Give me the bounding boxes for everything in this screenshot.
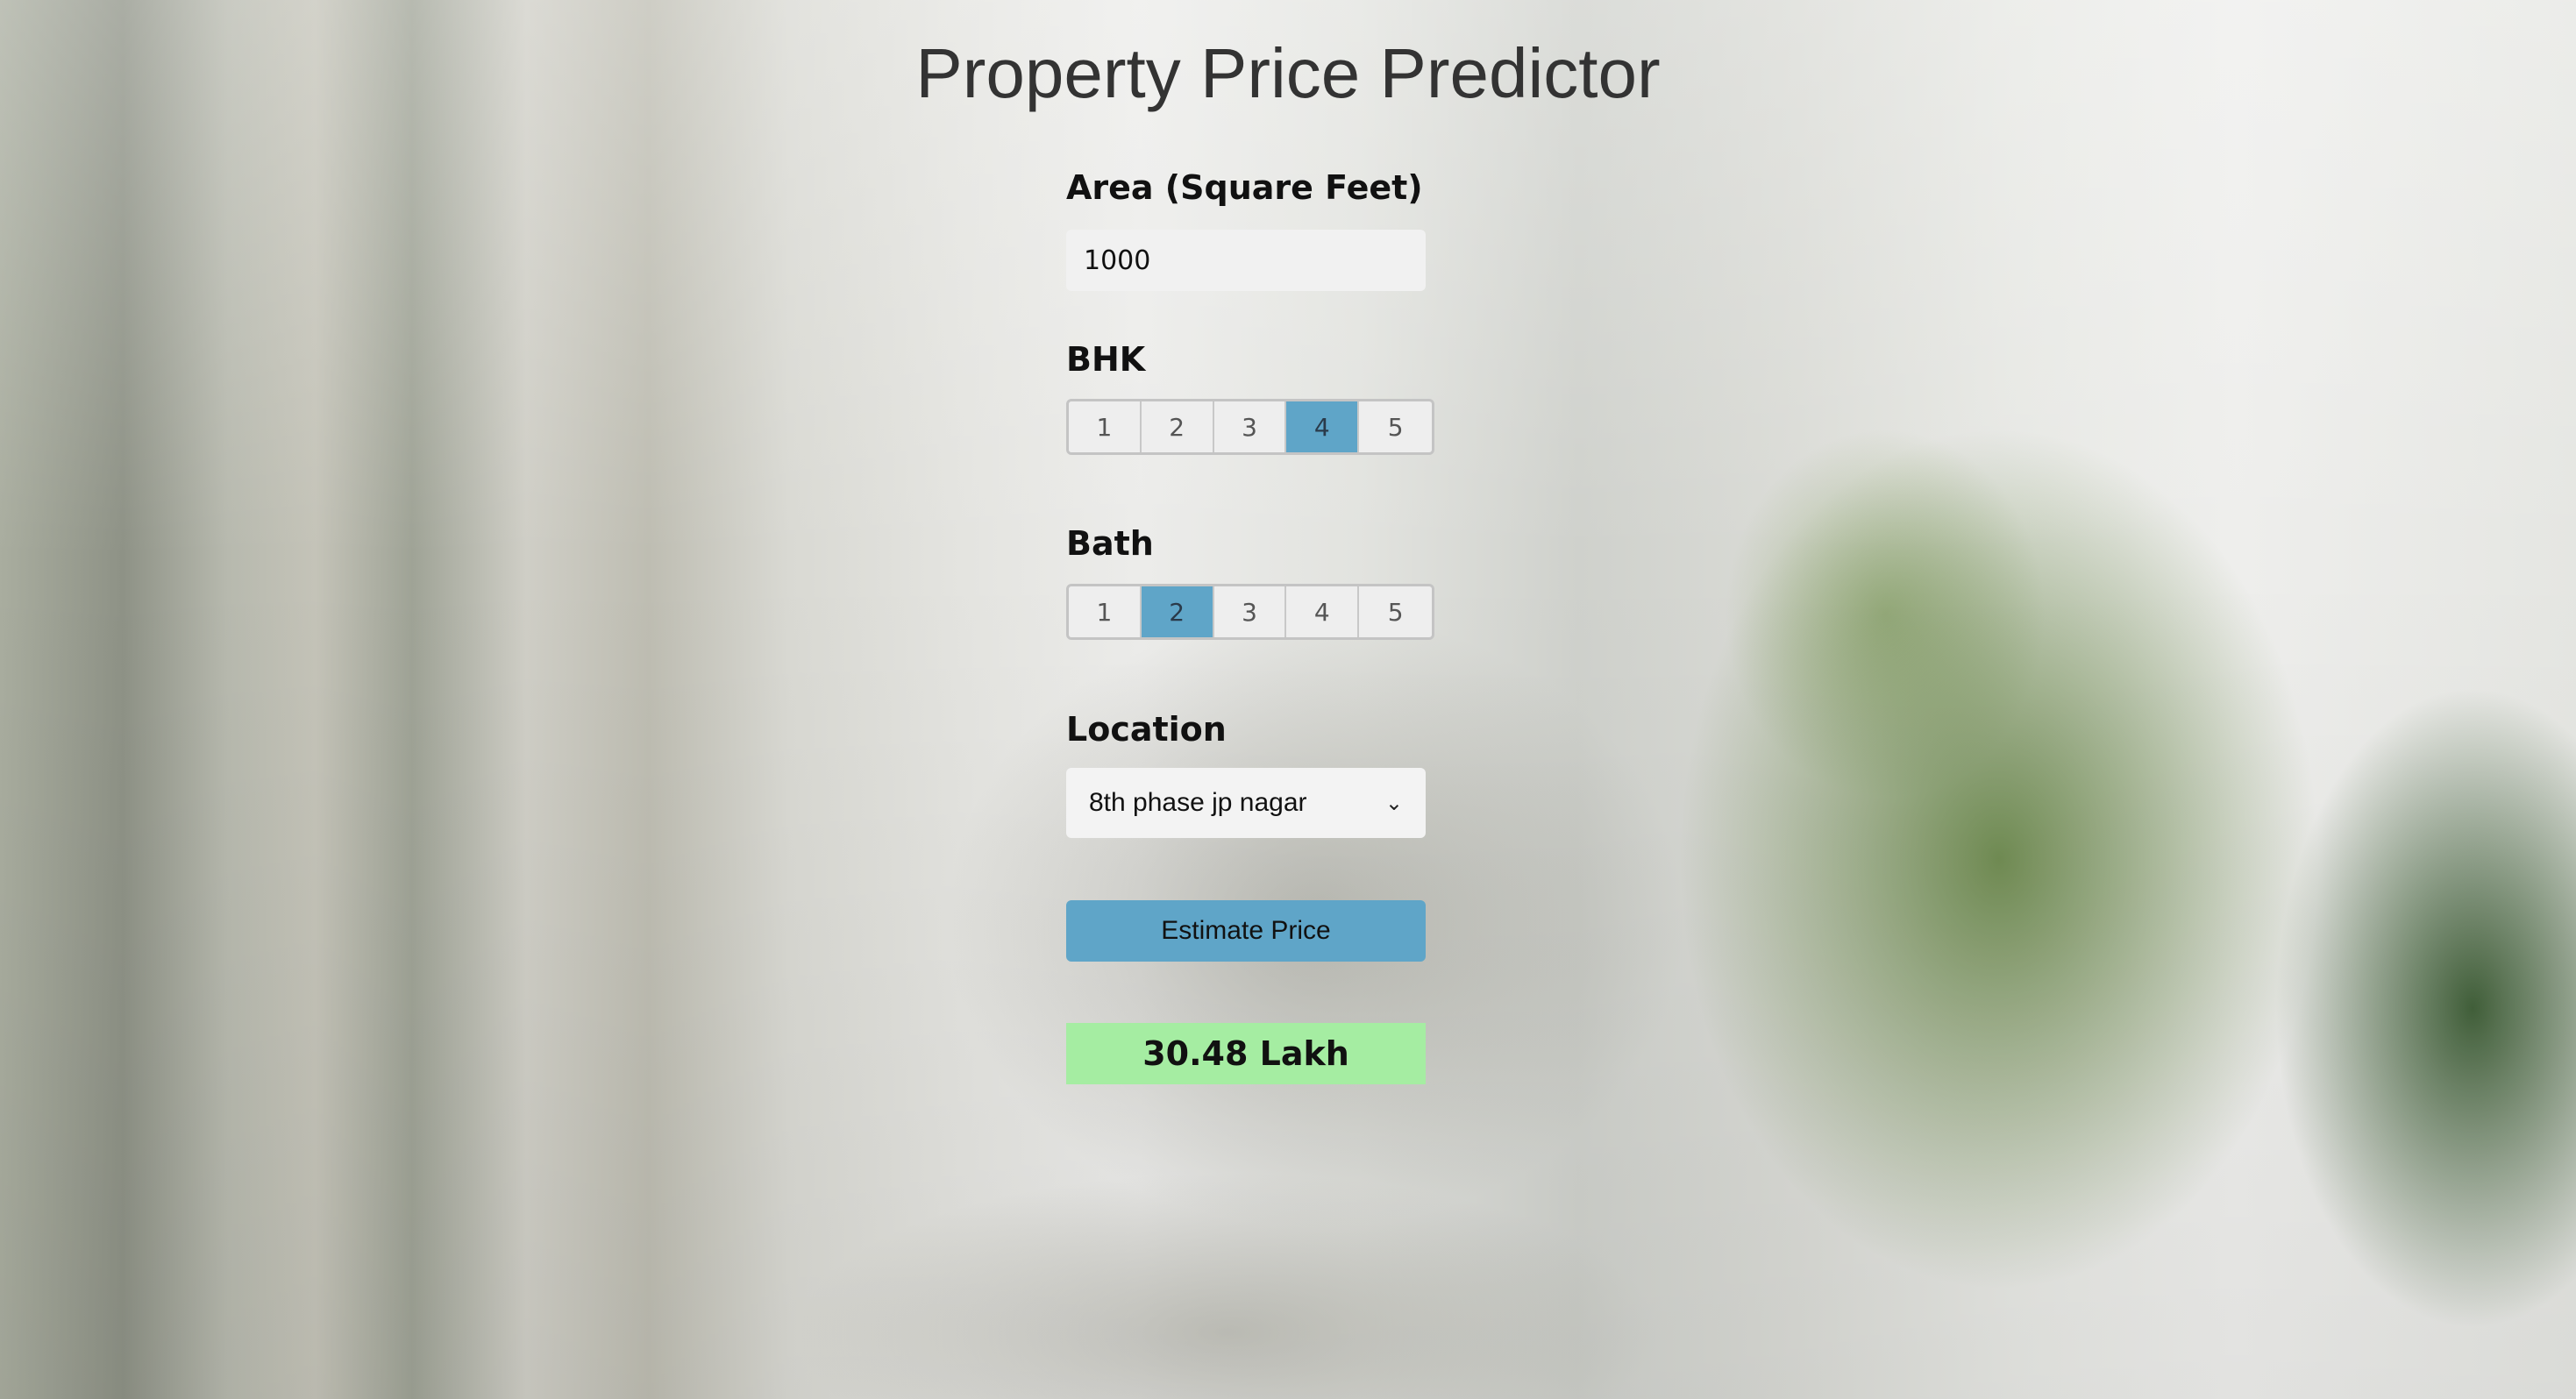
- estimated-price-result: 30.48 Lakh: [1066, 1023, 1426, 1084]
- bhk-label: BHK: [1066, 340, 1146, 379]
- location-select[interactable]: 8th phase jp nagar ⌄: [1066, 768, 1426, 838]
- bath-option[interactable]: 4: [1286, 586, 1360, 637]
- bhk-selector: 1 2 3 4 5: [1066, 399, 1434, 455]
- bhk-option[interactable]: 2: [1141, 401, 1214, 452]
- location-selected-value: 8th phase jp nagar: [1089, 788, 1307, 817]
- chevron-down-icon: ⌄: [1384, 791, 1403, 815]
- background-photo: [0, 0, 2576, 1399]
- area-input[interactable]: 1000: [1066, 230, 1426, 291]
- bath-option[interactable]: 1: [1069, 586, 1142, 637]
- bhk-option[interactable]: 5: [1359, 401, 1432, 452]
- bhk-option[interactable]: 1: [1069, 401, 1142, 452]
- bath-option[interactable]: 5: [1359, 586, 1432, 637]
- bath-label: Bath: [1066, 524, 1154, 563]
- estimate-price-button[interactable]: Estimate Price: [1066, 900, 1426, 962]
- bath-option[interactable]: 3: [1213, 586, 1287, 637]
- bath-option-selected[interactable]: 2: [1141, 586, 1214, 637]
- location-label: Location: [1066, 710, 1227, 749]
- bhk-option-selected[interactable]: 4: [1286, 401, 1360, 452]
- bhk-option[interactable]: 3: [1213, 401, 1287, 452]
- bath-selector: 1 2 3 4 5: [1066, 584, 1434, 640]
- page-title: Property Price Predictor: [915, 34, 1661, 112]
- area-label: Area (Square Feet): [1066, 168, 1423, 207]
